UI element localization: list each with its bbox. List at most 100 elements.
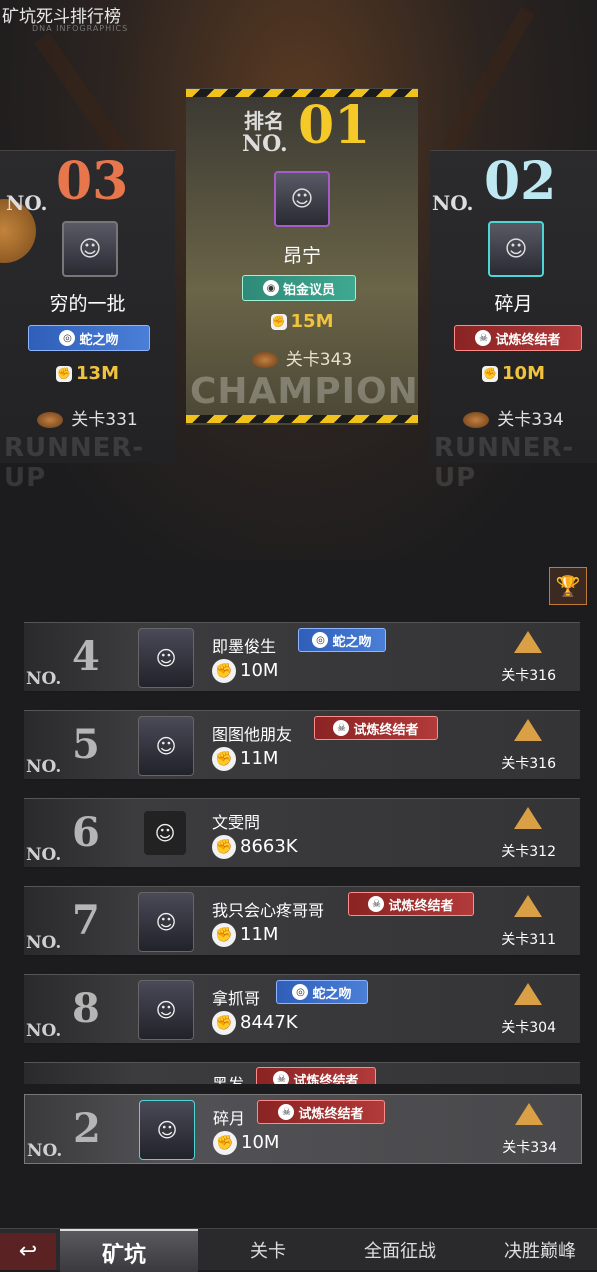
table-row[interactable]: 8 NO. ☺ 拿抓哥 ◎ 蛇之吻 ✊ 8447K 关卡304: [24, 974, 580, 1045]
rank-number: 8: [72, 985, 100, 1032]
pyramid-icon: [514, 895, 542, 917]
avatar[interactable]: ☺: [138, 628, 194, 688]
tab-mine[interactable]: 矿坑: [60, 1229, 198, 1272]
tab-final-peak[interactable]: 决胜巅峰: [504, 1237, 576, 1263]
fist-icon: ✊: [212, 659, 236, 683]
stage-value: 关卡316: [501, 756, 556, 772]
rank-no-label: NO.: [432, 191, 474, 215]
rank-number: 2: [73, 1105, 101, 1152]
player-name: 图图他朋友: [212, 725, 293, 744]
skull-icon: ☠: [475, 330, 492, 346]
rank-no-label: NO.: [242, 131, 288, 157]
rank-no-label: NO.: [26, 845, 62, 865]
avatar[interactable]: ☺: [138, 716, 194, 776]
podium-first[interactable]: 排名 NO. 01 ☺ 昂宁 ◉ 铂金议员 ✊ 15M 关卡343 CHAMPION: [186, 88, 418, 425]
stage-icon: [463, 412, 490, 428]
stage-value: 关卡311: [501, 932, 556, 948]
stage-value: 关卡312: [501, 844, 556, 860]
avatar[interactable]: ☺: [274, 171, 330, 227]
power-value: ✊ 11M: [212, 923, 278, 947]
runner-up-watermark: RUNNER-UP: [4, 433, 145, 493]
rank-no-label: NO.: [27, 1141, 63, 1161]
table-row[interactable]: 6 NO. ☺ 文雯問 ✊ 8663K 关卡312: [24, 798, 580, 869]
pyramid-icon: [514, 631, 542, 653]
title-badge: ☠ 试炼终结者: [348, 892, 474, 916]
player-name: 我只会心疼哥哥: [212, 901, 325, 920]
avatar[interactable]: ☺: [139, 1100, 195, 1160]
skull-icon: ☠: [278, 1104, 295, 1120]
rank-no-label: NO.: [6, 191, 48, 215]
avatar[interactable]: ☺: [62, 221, 118, 277]
avatar[interactable]: ☺: [488, 221, 544, 277]
skull-icon: ☠: [368, 896, 385, 912]
podium-second[interactable]: NO. 02 ☺ 碎月 ☠ 试炼终结者 ✊ 10M 关卡334 RUNNER-UP: [430, 150, 597, 493]
pyramid-icon: [515, 1103, 543, 1125]
title-badge: ☠ 试炼终结者: [454, 325, 582, 351]
pyramid-icon: [514, 807, 542, 829]
fist-icon: ✊: [212, 835, 236, 859]
player-name: 黑发: [212, 1071, 244, 1084]
tab-stage[interactable]: 关卡: [250, 1237, 286, 1263]
rank-number: 4: [72, 633, 100, 680]
rank-no-label: NO.: [26, 1021, 62, 1041]
emblem-icon: ◉: [262, 280, 279, 296]
avatar[interactable]: ☺: [138, 892, 194, 952]
player-name: 即墨俊生: [212, 637, 277, 656]
power-value: ✊ 15M: [270, 311, 334, 332]
table-row[interactable]: 7 NO. ☺ 我只会心疼哥哥 ☠ 试炼终结者 ✊ 11M 关卡311: [24, 886, 580, 957]
power-value: ✊ 8663K: [212, 835, 298, 859]
rank-number: 02: [484, 151, 557, 212]
back-arrow-icon[interactable]: ↩: [0, 1233, 56, 1270]
title-badge: ◎ 蛇之吻: [298, 628, 386, 652]
trophy-icon[interactable]: 🏆: [549, 567, 587, 605]
snake-icon: ◎: [312, 632, 329, 648]
snake-icon: ◎: [292, 984, 309, 1000]
fist-icon: ✊: [482, 366, 499, 382]
power-value: ✊ 10M: [212, 659, 278, 683]
rank-no-label: NO.: [26, 669, 62, 689]
power-value: ✊ 11M: [212, 747, 278, 771]
table-row[interactable]: 4 NO. ☺ 即墨俊生 ◎ 蛇之吻 ✊ 10M 关卡316: [24, 622, 580, 693]
title-badge: ◉ 铂金议员: [242, 275, 356, 301]
stage-icon: [251, 352, 278, 368]
title-badge: ◎ 蛇之吻: [276, 980, 368, 1004]
tab-full-campaign[interactable]: 全面征战: [364, 1237, 436, 1263]
avatar[interactable]: ☺: [138, 980, 194, 1040]
title-badge: ☠ 试炼终结者: [314, 716, 438, 740]
rank-number: 5: [72, 721, 100, 768]
power-value: ✊ 8447K: [212, 1011, 298, 1035]
player-name: 拿抓哥: [212, 989, 261, 1008]
player-name: 文雯問: [212, 813, 261, 832]
fist-icon: ✊: [212, 747, 236, 771]
rank-label: 排名: [244, 109, 284, 133]
rank-number: 6: [72, 809, 100, 856]
player-name: 碎月: [494, 293, 533, 315]
stage-value: 关卡334: [502, 1140, 557, 1156]
rank-number: 7: [72, 897, 100, 944]
tab-label: 矿坑: [102, 1243, 147, 1268]
pyramid-icon: [514, 719, 542, 741]
rank-no-label: NO.: [26, 933, 62, 953]
champion-watermark: CHAMPION: [190, 371, 419, 412]
player-name: 碎月: [213, 1109, 246, 1128]
power-value: ✊ 13M: [56, 363, 119, 384]
bottom-tab-bar: ↩ 矿坑 关卡 全面征战 决胜巅峰: [0, 1228, 597, 1272]
stage-value: 关卡304: [501, 1020, 556, 1036]
table-row-partial[interactable]: 黑发 ☠试炼终结者: [24, 1062, 580, 1084]
table-row[interactable]: 5 NO. ☺ 图图他朋友 ☠ 试炼终结者 ✊ 11M 关卡316: [24, 710, 580, 781]
rank-number: 03: [56, 151, 129, 212]
table-row[interactable]: 黑发 ☠试炼终结者: [24, 1062, 580, 1084]
my-rank-row[interactable]: 2 NO. ☺ 碎月 ☠ 试炼终结者 ✊ 10M 关卡334: [24, 1094, 582, 1164]
rank-no-label: NO.: [26, 757, 62, 777]
runner-up-watermark: RUNNER-UP: [434, 433, 575, 493]
title-badge: ☠ 试炼终结者: [257, 1100, 385, 1124]
fist-icon: ✊: [56, 366, 73, 382]
player-name: 昂宁: [282, 245, 321, 267]
stage-value: 关卡334: [430, 405, 597, 430]
avatar[interactable]: ☺: [144, 811, 186, 855]
stage-icon: [37, 412, 64, 428]
pyramid-icon: [514, 983, 542, 1005]
fist-icon: ✊: [270, 314, 287, 330]
podium-third[interactable]: NO. 03 ☺ 穷的一批 ◎ 蛇之吻 ✊ 13M 关卡331 RUNNER-UP: [0, 150, 175, 493]
player-name: 穷的一批: [49, 293, 126, 315]
